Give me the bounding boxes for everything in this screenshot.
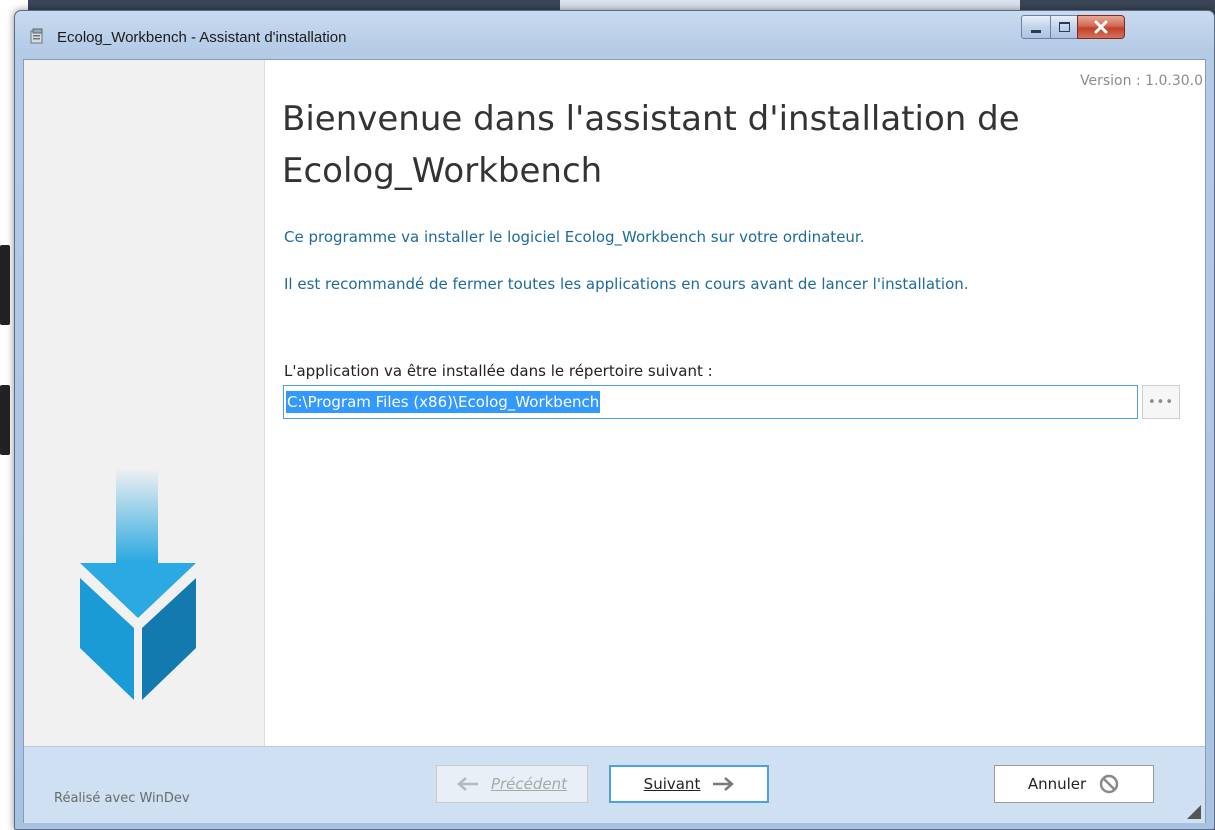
installer-window: Ecolog_Workbench - Assistant d'installat… xyxy=(14,10,1215,830)
cancel-label: Annuler xyxy=(1027,775,1087,793)
recommendation-text: Il est recommandé de fermer toutes les a… xyxy=(284,275,969,293)
desktop-fragment xyxy=(0,385,10,455)
browse-button[interactable]: ••• xyxy=(1142,385,1180,419)
resize-grip[interactable] xyxy=(1187,805,1201,819)
description-text: Ce programme va installer le logiciel Ec… xyxy=(284,228,865,246)
desktop-fragment xyxy=(0,245,10,325)
maximize-icon xyxy=(1058,22,1070,32)
minimize-button[interactable] xyxy=(1021,15,1051,39)
cancel-button[interactable]: Annuler xyxy=(994,765,1154,803)
install-directory-selected-text: C:\Program Files (x86)\Ecolog_Workbench xyxy=(286,391,601,413)
arrow-right-icon xyxy=(713,777,735,791)
page-title: Bienvenue dans l'assistant d'installatio… xyxy=(282,99,1020,191)
title-bar[interactable]: Ecolog_Workbench - Assistant d'installat… xyxy=(15,11,1214,59)
maximize-button[interactable] xyxy=(1050,15,1078,39)
close-icon xyxy=(1094,20,1108,34)
next-button[interactable]: Suivant xyxy=(609,765,769,803)
version-label: Version : 1.0.30.0 xyxy=(1080,73,1203,89)
window-title: Ecolog_Workbench - Assistant d'installat… xyxy=(57,29,347,46)
previous-label: Précédent xyxy=(490,775,568,793)
wizard-footer: Réalisé avec WinDev Précédent Suivant An… xyxy=(24,746,1205,823)
close-button[interactable] xyxy=(1077,15,1125,39)
next-label: Suivant xyxy=(643,775,701,793)
wizard-content: Version : 1.0.30.0 Bienvenue dans l'assi… xyxy=(265,60,1205,746)
cancel-circle-icon xyxy=(1099,774,1119,794)
download-box-icon xyxy=(80,468,196,700)
previous-button[interactable]: Précédent xyxy=(436,765,588,803)
wizard-sidebar xyxy=(24,60,265,746)
arrow-left-icon xyxy=(457,777,478,791)
installer-icon xyxy=(30,28,43,44)
minimize-icon xyxy=(1031,29,1041,33)
directory-label: L'application va être installée dans le … xyxy=(284,362,713,380)
wizard-body: Version : 1.0.30.0 Bienvenue dans l'assi… xyxy=(23,59,1206,823)
windev-credit: Réalisé avec WinDev xyxy=(54,791,190,806)
